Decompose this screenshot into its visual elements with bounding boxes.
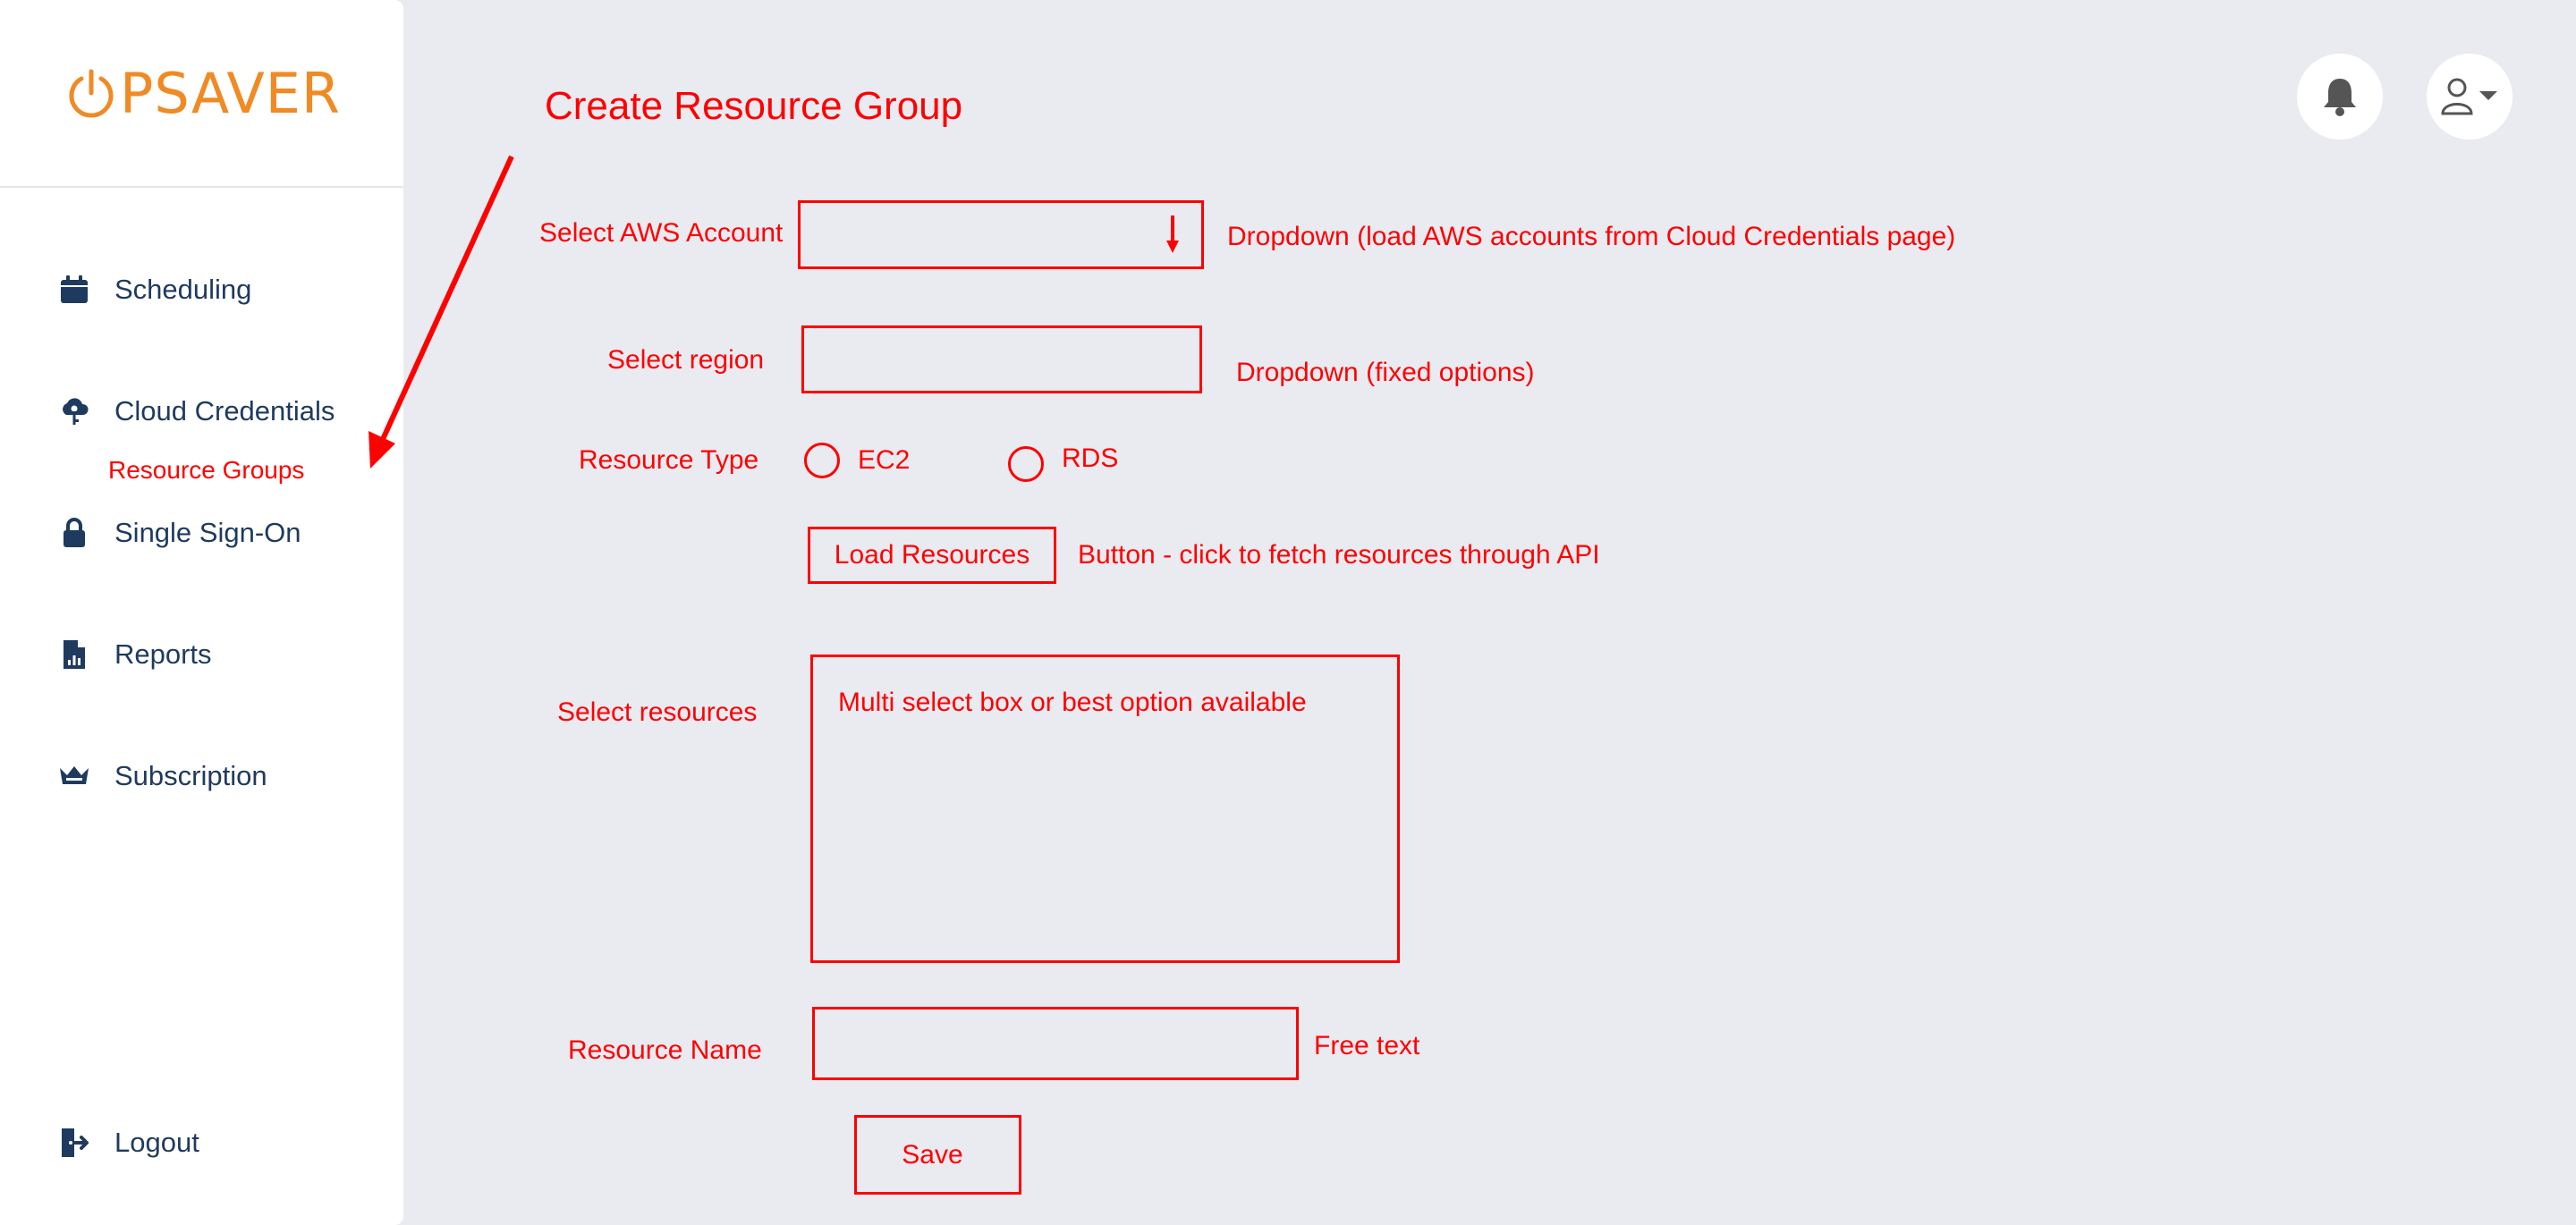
- resource-name-label: Resource Name: [568, 1035, 762, 1065]
- resource-type-label: Resource Type: [579, 445, 759, 475]
- load-resources-note: Button - click to fetch resources throug…: [1078, 540, 1600, 570]
- region-label: Select region: [607, 345, 765, 375]
- resources-multiselect[interactable]: Multi select box or best option availabl…: [810, 655, 1400, 963]
- logo-text: PSAVER: [120, 60, 342, 126]
- sidebar-divider: [0, 186, 403, 188]
- radio-rds-label: RDS: [1062, 444, 1119, 473]
- save-label: Save: [902, 1139, 963, 1170]
- sidebar-item-label: Cloud Credentials: [114, 395, 335, 427]
- sidebar-subitem-resource-groups[interactable]: Resource Groups: [108, 456, 304, 485]
- sidebar-item-label: Scheduling: [114, 274, 252, 305]
- lock-icon: [57, 516, 91, 550]
- crown-icon: [57, 759, 91, 793]
- calendar-icon: [57, 273, 91, 307]
- resources-label: Select resources: [557, 697, 758, 727]
- sidebar-item-single-sign-on[interactable]: Single Sign-On: [57, 516, 301, 550]
- logout-label: Logout: [114, 1127, 199, 1158]
- logout-icon: [57, 1126, 91, 1160]
- sidebar-item-scheduling[interactable]: Scheduling: [57, 273, 251, 307]
- report-icon: [57, 638, 91, 672]
- save-button[interactable]: Save: [854, 1115, 1021, 1195]
- sidebar-item-label: Reports: [114, 638, 212, 670]
- aws-account-label: Select AWS Account: [539, 218, 784, 248]
- region-note: Dropdown (fixed options): [1236, 358, 1535, 387]
- radio-rds[interactable]: [1008, 446, 1044, 482]
- aws-account-note: Dropdown (load AWS accounts from Cloud C…: [1227, 222, 1956, 251]
- sidebar: PSAVER Scheduling Cloud Credentials Reso…: [0, 0, 403, 1225]
- bell-icon: [2324, 79, 2356, 116]
- region-dropdown[interactable]: [801, 325, 1202, 393]
- sidebar-item-logout[interactable]: Logout: [57, 1126, 199, 1160]
- page-title: Create Resource Group: [545, 84, 963, 128]
- cloud-key-icon: [57, 394, 91, 428]
- user-menu-button[interactable]: [2427, 54, 2512, 139]
- resource-name-input[interactable]: [812, 1007, 1299, 1080]
- chevron-down-icon: [2479, 91, 2497, 100]
- logo[interactable]: PSAVER: [64, 61, 341, 126]
- radio-ec2-label: EC2: [858, 445, 911, 475]
- sidebar-item-label: Subscription: [114, 760, 267, 791]
- load-resources-label: Load Resources: [834, 540, 1030, 570]
- sidebar-item-reports[interactable]: Reports: [57, 638, 212, 672]
- resource-name-note: Free text: [1314, 1031, 1420, 1060]
- radio-ec2[interactable]: [804, 443, 840, 478]
- load-resources-button[interactable]: Load Resources: [808, 527, 1056, 584]
- user-icon: [2441, 78, 2497, 115]
- sidebar-item-cloud-credentials[interactable]: Cloud Credentials: [57, 394, 335, 428]
- sidebar-item-subscription[interactable]: Subscription: [57, 759, 267, 793]
- annotation-arrow: [369, 155, 514, 469]
- aws-account-dropdown[interactable]: [798, 200, 1204, 269]
- dropdown-arrow-icon: [1166, 215, 1179, 253]
- sidebar-item-label: Single Sign-On: [114, 517, 301, 548]
- power-icon: [69, 69, 114, 118]
- resources-box-text: Multi select box or best option availabl…: [838, 688, 1307, 717]
- notification-button[interactable]: [2297, 54, 2383, 139]
